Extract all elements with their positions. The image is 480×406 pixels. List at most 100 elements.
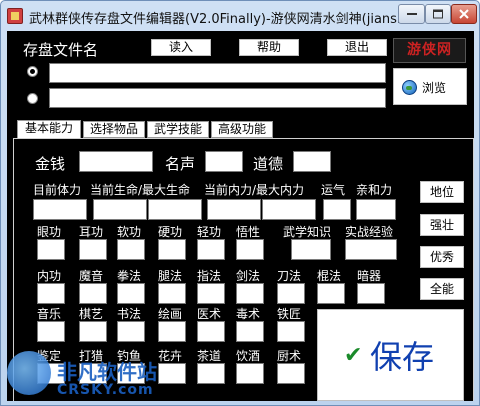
- luck-field[interactable]: [323, 199, 351, 220]
- painting-label: 绘画: [158, 307, 183, 321]
- blacksmith-field[interactable]: [277, 321, 305, 342]
- hidden-weapon-label: 暗器: [357, 269, 382, 283]
- watermark: 非凡软件站 CRSKY.com: [1, 346, 176, 406]
- sword-label: 剑法: [236, 269, 261, 283]
- all-round-preset-button[interactable]: 全能: [420, 278, 464, 300]
- tea-label: 茶道: [197, 349, 222, 363]
- inner-power-field[interactable]: [37, 283, 65, 304]
- kick-label: 腿法: [158, 269, 183, 283]
- fist-field[interactable]: [117, 283, 145, 304]
- blade-field[interactable]: [277, 283, 305, 304]
- light-skill-label: 轻功: [197, 225, 222, 239]
- cooking-field[interactable]: [277, 363, 305, 384]
- fame-field[interactable]: [205, 151, 243, 172]
- kick-field[interactable]: [158, 283, 186, 304]
- path-field-2[interactable]: [49, 88, 386, 108]
- minimize-button[interactable]: [398, 4, 425, 24]
- morality-label: 道德: [253, 155, 284, 173]
- tab-martial-skills[interactable]: 武学技能: [147, 121, 209, 138]
- excellent-preset-button[interactable]: 优秀: [420, 246, 464, 268]
- soft-skill-field[interactable]: [117, 239, 145, 260]
- radio-path-1[interactable]: [27, 66, 38, 77]
- help-button[interactable]: 帮助: [239, 39, 299, 56]
- painting-field[interactable]: [158, 321, 186, 342]
- strong-preset-button[interactable]: 强壮: [420, 214, 464, 236]
- eye-skill-label: 眼功: [37, 225, 62, 239]
- hard-skill-field[interactable]: [158, 239, 186, 260]
- money-field[interactable]: [79, 151, 153, 172]
- radio-path-2[interactable]: [27, 93, 38, 104]
- save-button[interactable]: ✔ 保存: [317, 309, 464, 401]
- stamina-field[interactable]: [33, 199, 87, 220]
- save-label: 保存: [370, 338, 435, 376]
- medicine-label: 医术: [197, 307, 222, 321]
- soft-skill-label: 软功: [117, 225, 142, 239]
- calligraphy-field[interactable]: [117, 321, 145, 342]
- staff-field[interactable]: [317, 283, 345, 304]
- music-field[interactable]: [37, 321, 65, 342]
- mp-max-field[interactable]: [262, 199, 316, 220]
- watermark-en: CRSKY.com: [57, 382, 154, 398]
- minimize-icon: [406, 13, 417, 15]
- mp-current-field[interactable]: [207, 199, 261, 220]
- inner-power-label: 内功: [37, 269, 62, 283]
- load-button[interactable]: 读入: [151, 39, 211, 56]
- chess-label: 棋艺: [79, 307, 104, 321]
- globe-icon: [402, 80, 417, 95]
- combat-exp-field[interactable]: [345, 239, 397, 260]
- morality-field[interactable]: [293, 151, 331, 172]
- calligraphy-label: 书法: [117, 307, 142, 321]
- affinity-label: 亲和力: [356, 183, 393, 197]
- maximize-button[interactable]: [425, 4, 451, 24]
- save-file-label: 存盘文件名: [23, 41, 99, 59]
- luck-label: 运气: [321, 183, 346, 197]
- medicine-field[interactable]: [197, 321, 225, 342]
- fame-label: 名声: [165, 155, 196, 173]
- checkmark-icon: ✔: [344, 343, 363, 368]
- title-bar[interactable]: 武林群侠传存盘文件编辑器(V2.0Finally)-游侠网清水剑神(jiansh…: [1, 1, 479, 31]
- insight-label: 悟性: [236, 225, 261, 239]
- path-field-1[interactable]: [49, 63, 386, 83]
- stamina-label: 目前体力: [33, 183, 82, 197]
- poison-label: 毒术: [236, 307, 261, 321]
- drinking-field[interactable]: [236, 363, 264, 384]
- fist-label: 拳法: [117, 269, 142, 283]
- browse-button[interactable]: 浏览: [393, 68, 467, 105]
- watermark-logo-icon: [7, 351, 51, 395]
- mp-label: 当前内力/最大内力: [204, 183, 305, 197]
- cooking-label: 厨术: [277, 349, 302, 363]
- exit-button[interactable]: 退出: [327, 39, 387, 56]
- tab-items[interactable]: 选择物品: [83, 121, 145, 138]
- affinity-field[interactable]: [356, 199, 396, 220]
- tab-basic[interactable]: 基本能力: [17, 120, 81, 139]
- ear-skill-field[interactable]: [79, 239, 107, 260]
- sword-field[interactable]: [236, 283, 264, 304]
- music-label: 音乐: [37, 307, 62, 321]
- light-skill-field[interactable]: [197, 239, 225, 260]
- logo: 游侠网: [393, 38, 466, 63]
- app-window: 武林群侠传存盘文件编辑器(V2.0Finally)-游侠网清水剑神(jiansh…: [0, 0, 480, 406]
- insight-field[interactable]: [236, 239, 264, 260]
- hard-skill-label: 硬功: [158, 225, 183, 239]
- tab-advanced[interactable]: 高级功能: [211, 121, 273, 138]
- blacksmith-label: 铁匠: [277, 307, 302, 321]
- hp-label: 当前生命/最大生命: [90, 183, 191, 197]
- blade-label: 刀法: [277, 269, 302, 283]
- ear-skill-label: 耳功: [79, 225, 104, 239]
- martial-knowledge-field[interactable]: [291, 239, 331, 260]
- hp-max-field[interactable]: [148, 199, 202, 220]
- eye-skill-field[interactable]: [37, 239, 65, 260]
- hp-current-field[interactable]: [93, 199, 147, 220]
- finger-field[interactable]: [197, 283, 225, 304]
- window-title: 武林群侠传存盘文件编辑器(V2.0Finally)-游侠网清水剑神(jiansh…: [29, 12, 399, 27]
- chess-field[interactable]: [79, 321, 107, 342]
- hidden-weapon-field[interactable]: [357, 283, 385, 304]
- demon-sound-field[interactable]: [79, 283, 107, 304]
- tea-field[interactable]: [197, 363, 225, 384]
- app-icon: [7, 8, 23, 24]
- combat-exp-label: 实战经验: [345, 225, 394, 239]
- status-preset-button[interactable]: 地位: [420, 181, 464, 203]
- poison-field[interactable]: [236, 321, 264, 342]
- watermark-cn: 非凡软件站: [57, 360, 157, 384]
- close-button[interactable]: [451, 4, 477, 24]
